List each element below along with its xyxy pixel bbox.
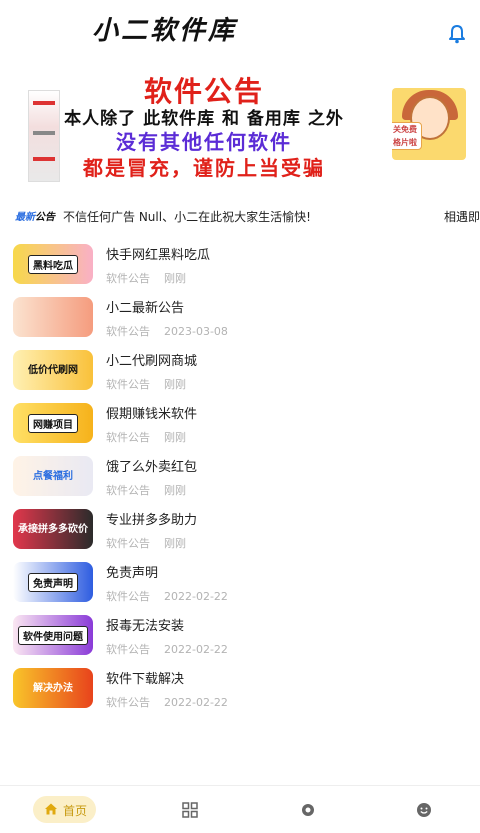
article-time: 刚刚 (164, 484, 186, 497)
notice-tag: 最新公告 (15, 208, 55, 223)
article-thumbnail: 黑料吃瓜 (13, 244, 93, 284)
article-title: 小二代刷网商城 (106, 354, 198, 369)
article-thumbnail: 低价代刷网 (13, 350, 93, 390)
article-title: 免责声明 (106, 566, 159, 581)
grid-icon[interactable] (182, 802, 198, 818)
bottom-nav: 首页 (0, 785, 480, 833)
thumbnail-text: 承接拼多多砍价 (18, 524, 88, 535)
bell-icon[interactable] (448, 24, 466, 44)
article-category: 软件公告 (106, 378, 150, 391)
article-time: 刚刚 (164, 272, 186, 285)
banner-line-4: 都是冒充，谨防上当受骗 (83, 156, 325, 180)
app-title: 小二软件库 (92, 16, 238, 46)
list-item[interactable]: 点餐福利 饿了么外卖红包 软件公告 刚刚 (0, 452, 480, 505)
article-category: 软件公告 (106, 272, 150, 285)
notice-bar[interactable]: 最新公告 不信任何广告 Null、小二在此祝大家生活愉快! 相遇即 (0, 204, 480, 228)
list-item[interactable]: 免责声明 免责声明 软件公告 2022-02-22 (0, 558, 480, 611)
article-meta: 软件公告 刚刚 (106, 429, 186, 445)
thumbnail-text: 黑料吃瓜 (28, 255, 78, 274)
article-thumbnail: 解决办法 (13, 668, 93, 708)
article-title: 报毒无法安装 (106, 619, 185, 634)
article-meta: 软件公告 2023-03-08 (106, 323, 228, 339)
thumbnail-text: 免责声明 (28, 573, 78, 592)
article-thumbnail: 承接拼多多砍价 (13, 509, 93, 549)
article-thumbnail: 免责声明 (13, 562, 93, 602)
thumbnail-text: 网赚项目 (28, 414, 78, 433)
article-meta: 软件公告 2022-02-22 (106, 641, 228, 657)
article-category: 软件公告 (106, 431, 150, 444)
article-title: 假期赚钱米软件 (106, 407, 198, 422)
notice-trailing-text: 相遇即 (443, 210, 480, 224)
article-thumbnail: 点餐福利 (13, 456, 93, 496)
article-title: 饿了么外卖红包 (106, 460, 198, 475)
article-time: 2022-02-22 (164, 696, 228, 709)
article-time: 2022-02-22 (164, 643, 228, 656)
list-item[interactable]: 解决办法 软件下载解决 软件公告 2022-02-22 (0, 664, 480, 717)
article-meta: 软件公告 2022-02-22 (106, 588, 228, 604)
article-meta: 软件公告 刚刚 (106, 482, 186, 498)
banner-cartoon-image: 关免费 格片啦 (392, 88, 466, 160)
notice-tag-suffix: 公告 (35, 212, 55, 223)
article-meta: 软件公告 刚刚 (106, 376, 186, 392)
article-title: 专业拼多多助力 (106, 513, 198, 528)
thumbnail-text: 软件使用问题 (18, 626, 88, 645)
list-item[interactable]: 低价代刷网 小二代刷网商城 软件公告 刚刚 (0, 346, 480, 399)
compass-icon[interactable] (300, 802, 316, 818)
thumbnail-text: 低价代刷网 (28, 365, 78, 376)
smile-icon[interactable] (416, 802, 432, 818)
article-time: 刚刚 (164, 537, 186, 550)
article-thumbnail (13, 297, 93, 337)
list-item[interactable]: 软件使用问题 报毒无法安装 软件公告 2022-02-22 (0, 611, 480, 664)
article-title: 软件下载解决 (106, 672, 185, 687)
nav-home-tab[interactable]: 首页 (33, 796, 96, 823)
thumbnail-text: 点餐福利 (33, 471, 73, 482)
article-category: 软件公告 (106, 537, 150, 550)
thumbnail-text: 解决办法 (33, 683, 73, 694)
article-thumbnail: 网赚项目 (13, 403, 93, 443)
article-meta: 软件公告 刚刚 (106, 535, 186, 551)
list-item[interactable]: 承接拼多多砍价 专业拼多多助力 软件公告 刚刚 (0, 505, 480, 558)
app-header: 小二软件库 (0, 0, 480, 62)
list-item[interactable]: 网赚项目 假期赚钱米软件 软件公告 刚刚 (0, 399, 480, 452)
article-category: 软件公告 (106, 643, 150, 656)
nav-home-label: 首页 (63, 804, 88, 818)
article-time: 刚刚 (164, 378, 186, 391)
notice-tag-prefix: 最新 (15, 212, 35, 223)
article-meta: 软件公告 刚刚 (106, 270, 186, 286)
article-thumbnail: 软件使用问题 (13, 615, 93, 655)
banner-line-3: 没有其他任何软件 (116, 130, 292, 154)
banner-side-tag: 关免费 格片啦 (392, 122, 422, 150)
notice-text: 不信任何广告 Null、小二在此祝大家生活愉快! (63, 210, 311, 224)
article-category: 软件公告 (106, 325, 150, 338)
list-item[interactable]: 小二最新公告 软件公告 2023-03-08 (0, 293, 480, 346)
article-time: 2023-03-08 (164, 325, 228, 338)
article-title: 快手网红黑料吃瓜 (106, 248, 211, 263)
article-category: 软件公告 (106, 590, 150, 603)
article-meta: 软件公告 2022-02-22 (106, 694, 228, 710)
article-category: 软件公告 (106, 696, 150, 709)
article-time: 刚刚 (164, 431, 186, 444)
home-icon (45, 803, 57, 815)
article-title: 小二最新公告 (106, 301, 185, 316)
article-category: 软件公告 (106, 484, 150, 497)
article-time: 2022-02-22 (164, 590, 228, 603)
announcement-banner[interactable]: 关免费 格片啦 软件公告 本人除了 此软件库 和 备用库 之外 没有其他任何软件… (14, 70, 466, 194)
list-item[interactable]: 黑料吃瓜 快手网红黑料吃瓜 软件公告 刚刚 (0, 240, 480, 293)
